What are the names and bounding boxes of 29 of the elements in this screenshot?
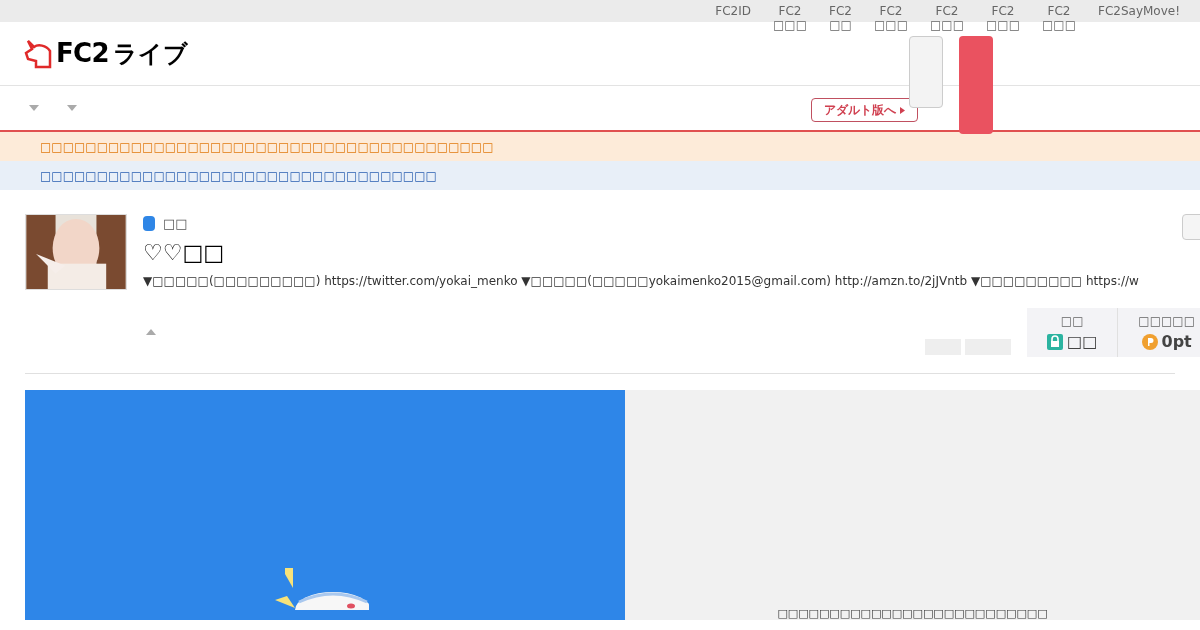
- unicorn-icon: [24, 38, 52, 69]
- stat-label: □□: [1060, 312, 1084, 330]
- side-panel-message: □□□□□□□□□□□□□□□□□□□□□□□□□□: [777, 605, 1048, 622]
- top-nav-link[interactable]: FC2ID: [715, 4, 751, 18]
- category-label: □□: [163, 215, 188, 233]
- top-nav-link[interactable]: FC2 □□□: [773, 4, 808, 32]
- triangle-right-icon: [900, 106, 905, 114]
- stat-label: □□□□□: [1138, 312, 1195, 330]
- adult-version-button[interactable]: アダルト版へ: [811, 98, 918, 122]
- top-nav-link[interactable]: FC2 □□□: [1042, 4, 1076, 32]
- top-nav-link[interactable]: FC2 □□□: [873, 4, 908, 32]
- top-nav-link[interactable]: FC2 □□: [829, 4, 852, 32]
- header-button[interactable]: [909, 36, 943, 108]
- category-badge-icon: [143, 216, 155, 232]
- lock-icon: [1047, 333, 1064, 350]
- notice-text: □□□□□□□□□□□□□□□□□□□□□□□□□□□□□□□□□□□: [40, 167, 437, 185]
- channel-title: ♡♡□□: [143, 238, 226, 267]
- stat-value: □□: [1067, 330, 1098, 353]
- dropdown-caret-icon[interactable]: [29, 105, 39, 111]
- top-nav-link[interactable]: FC2SayMove!: [1098, 4, 1180, 18]
- collapse-caret-icon[interactable]: [146, 329, 156, 335]
- logo[interactable]: FC2 ライブ: [24, 34, 188, 73]
- top-nav-link[interactable]: FC2 □□□: [986, 4, 1020, 32]
- dropdown-caret-icon[interactable]: [67, 105, 77, 111]
- top-nav-link[interactable]: FC2 □□□: [929, 4, 964, 32]
- stat-value: 0pt: [1161, 330, 1192, 353]
- notice-text: □□□□□□□□□□□□□□□□□□□□□□□□□□□□□□□□□□□□□□□□: [40, 138, 494, 156]
- channel-description: ▼□□□□□(□□□□□□□□□) https://twitter.com/yokai_menko ▼□□□□□(□□□□□yokaimenko2015@gmail.com) http://amzn.to/2jJVntb ▼□□□□□□□□□ https://w: [143, 272, 1139, 290]
- coin-icon: [1141, 333, 1158, 350]
